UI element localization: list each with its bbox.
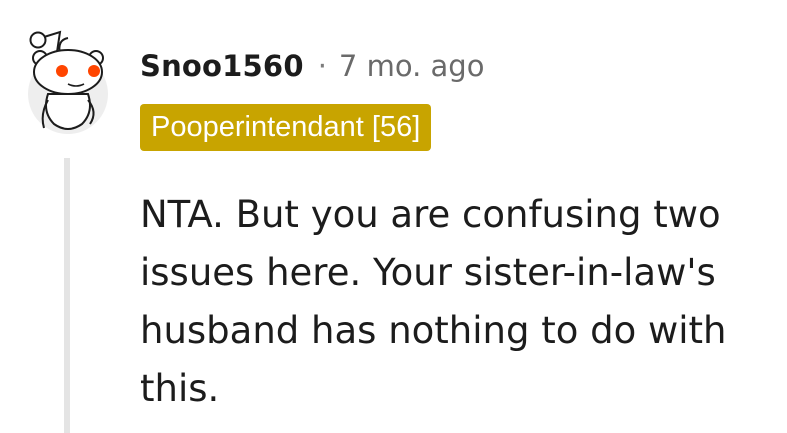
user-flair: Pooperintendant [56] [140,104,432,151]
meta-separator: · [317,49,327,83]
thread-collapse-line[interactable] [64,158,70,433]
comment-meta: Snoo1560 · 7 mo. ago [140,44,484,88]
comment: Snoo1560 · 7 mo. ago Pooperintendant [56… [0,0,787,433]
comment-body: NTA. But you are confusing two issues he… [140,193,727,410]
user-flair-text: Pooperintendant [56] [151,111,421,143]
snoo-avatar-icon[interactable] [24,28,112,140]
author-username[interactable]: Snoo1560 [140,49,304,83]
comment-timestamp[interactable]: 7 mo. ago [339,49,485,83]
